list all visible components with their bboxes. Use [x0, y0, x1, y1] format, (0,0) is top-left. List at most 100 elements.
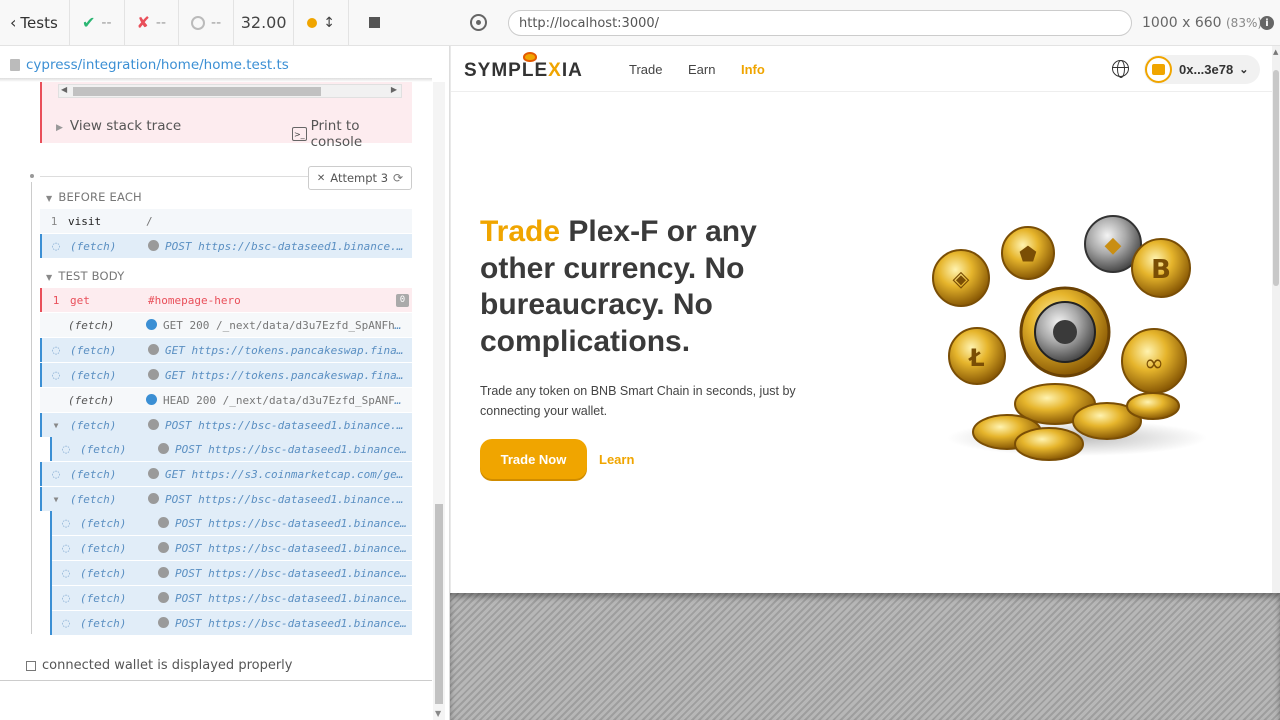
trade-now-button[interactable]: Trade Now: [480, 439, 587, 479]
status-dot-icon: [307, 17, 318, 28]
status-dot-icon: [158, 516, 169, 528]
arrow-down-icon: ▼: [435, 709, 442, 718]
test-item[interactable]: connected wallet is displayed properly: [26, 658, 292, 673]
spinner-icon: ◌: [62, 515, 70, 531]
nav-trade[interactable]: Trade: [629, 62, 662, 77]
wallet-button[interactable]: 0x...3e78 ⌄: [1144, 55, 1260, 84]
viewport-size[interactable]: 1000 x 660 (83%): [1142, 15, 1262, 31]
spinner-icon: ◌: [52, 466, 60, 482]
command-row[interactable]: ◌ (fetch) POST https://bsc-dataseed1.bin…: [52, 437, 412, 461]
circle-icon: [191, 15, 206, 30]
command-row-group[interactable]: ▼ (fetch) POST https://bsc-dataseed1.bin…: [40, 487, 412, 511]
command-row-failed[interactable]: 1 get #homepage-hero 0: [40, 288, 412, 312]
learn-link[interactable]: Learn: [599, 452, 634, 467]
url-field[interactable]: http://localhost:3000/: [508, 10, 1132, 36]
spinner-icon: ◌: [62, 615, 70, 631]
command-row[interactable]: 1 visit /: [40, 209, 412, 233]
command-row[interactable]: ◌ (fetch) POST https://bsc-dataseed1.bin…: [52, 611, 412, 635]
hero-title: Trade Plex-F or any other currency. No b…: [480, 215, 757, 358]
caret-right-icon: ▶: [56, 123, 63, 133]
command-row[interactable]: ◌ (fetch) GET https://s3.coinmarketcap.c…: [40, 462, 412, 486]
status-dot-icon: [158, 442, 169, 454]
collapse-icon: ✕: [316, 172, 326, 184]
spinner-icon: ◌: [52, 367, 60, 383]
svg-text:◆: ◆: [1105, 233, 1122, 258]
caret-down-icon: ▼: [53, 420, 59, 430]
reporter-scrollbar[interactable]: ▼: [433, 82, 445, 720]
status-dot-icon: [148, 467, 159, 479]
chevron-left-icon: ‹: [10, 13, 17, 32]
site-navbar: SYMPLEXIA Trade Earn Info 0x...3e78 ⌄: [451, 46, 1272, 92]
status-dot-icon: [158, 566, 169, 578]
site-logo[interactable]: SYMPLEXIA: [464, 60, 583, 82]
pending-count: --: [179, 0, 235, 46]
spec-file-link[interactable]: cypress/integration/home/home.test.ts: [0, 52, 432, 78]
caret-down-icon: ▼: [46, 194, 53, 203]
app-frame: SYMPLEXIA Trade Earn Info 0x...3e78 ⌄ Tr…: [451, 46, 1272, 593]
command-log: ◀ ▶ ▶ View stack trace >_ Print to consol…: [0, 82, 432, 682]
view-stack-trace[interactable]: ▶ View stack trace: [56, 118, 181, 134]
nav-earn[interactable]: Earn: [688, 62, 715, 77]
terminal-icon: >_: [292, 127, 307, 141]
status-dot-icon: [148, 239, 159, 251]
command-row[interactable]: ◌ (fetch) GET https://tokens.pancakeswap…: [40, 338, 412, 362]
command-row[interactable]: ◌ (fetch) POST https://bsc-dataseed1.bin…: [52, 561, 412, 585]
info-icon[interactable]: i: [1260, 16, 1274, 30]
crypto-coins-illustration: ◈ ⬟ ◆ B Ł ∞: [932, 215, 1207, 461]
status-dot-icon: [158, 591, 169, 603]
arrow-up-icon: ▲: [1273, 48, 1279, 56]
cross-icon: ✘: [136, 13, 150, 32]
command-row[interactable]: ◌ (fetch) POST https://bsc-dataseed1.bin…: [52, 536, 412, 560]
reporter-header: ‹ Tests ✔ -- ✘ -- -- 32.00 ↕: [0, 0, 450, 46]
arrow-left-icon: ◀: [61, 85, 68, 94]
status-dot-icon: [146, 318, 157, 330]
globe-icon[interactable]: [1112, 60, 1129, 78]
passed-count: ✔ --: [70, 0, 125, 46]
caret-down-icon: ▼: [53, 494, 59, 504]
failed-count: ✘ --: [125, 0, 180, 46]
aut-panel: http://localhost:3000/ 1000 x 660 (83%) …: [450, 0, 1280, 720]
viewport-background: [450, 593, 1280, 720]
command-row[interactable]: ◌ (fetch) POST https://bsc-dataseed1.bin…: [40, 234, 412, 258]
command-row-group[interactable]: ▼ (fetch) POST https://bsc-dataseed1.bin…: [40, 413, 412, 437]
status-dot-icon: [148, 368, 159, 380]
before-each-hook[interactable]: ▼ BEFORE EACH: [46, 190, 142, 204]
spinner-icon: ◌: [62, 441, 70, 457]
file-icon: [10, 59, 20, 71]
status-dot-icon: [148, 492, 159, 504]
command-row[interactable]: ◌ (fetch) GET https://tokens.pancakeswap…: [40, 363, 412, 387]
spinner-icon: ◌: [62, 540, 70, 556]
command-row[interactable]: ◌ (fetch) POST https://bsc-dataseed1.bin…: [52, 511, 412, 535]
tests-button[interactable]: ‹ Tests: [0, 0, 70, 46]
spinner-icon: ◌: [52, 238, 60, 254]
print-to-console-button[interactable]: >_ Print to console: [292, 118, 412, 150]
wallet-icon: [1145, 56, 1172, 83]
cypress-reporter: ‹ Tests ✔ -- ✘ -- -- 32.00 ↕ cypress/int…: [0, 0, 450, 720]
status-dot-icon: [148, 343, 159, 355]
auto-scroll-toggle[interactable]: ↕: [294, 0, 350, 46]
checkbox-icon: [26, 660, 36, 671]
check-icon: ✔: [82, 13, 96, 32]
spinner-icon: ◌: [62, 590, 70, 606]
caret-down-icon: ▼: [46, 273, 53, 282]
command-row[interactable]: (fetch) GET 200 /_next/data/d3u7Ezfd_SpA…: [40, 313, 412, 337]
command-row[interactable]: ◌ (fetch) POST https://bsc-dataseed1.bin…: [52, 586, 412, 610]
status-dot-icon: [146, 393, 157, 405]
spinner-icon: ◌: [62, 565, 70, 581]
test-body[interactable]: ▼ TEST BODY: [46, 269, 124, 283]
retry-icon: ⟳: [393, 171, 404, 185]
horizontal-scrollbar[interactable]: ◀ ▶: [58, 84, 402, 98]
app-scrollbar[interactable]: ▲: [1272, 46, 1280, 593]
stop-button[interactable]: [349, 0, 399, 46]
element-count-badge: 0: [396, 293, 409, 307]
arrow-right-icon: ▶: [390, 85, 397, 94]
command-row[interactable]: (fetch) HEAD 200 /_next/data/d3u7Ezfd_Sp…: [40, 388, 412, 412]
selector-playground-icon[interactable]: [470, 14, 487, 31]
nav-info[interactable]: Info: [741, 62, 765, 77]
status-dot-icon: [148, 418, 159, 430]
attempt-tag[interactable]: ✕ Attempt 3 ⟳: [308, 166, 412, 190]
svg-text:◈: ◈: [953, 267, 970, 292]
svg-text:Ł: Ł: [967, 344, 984, 372]
status-dot-icon: [158, 541, 169, 553]
scroll-arrows-icon: ↕: [323, 14, 335, 31]
